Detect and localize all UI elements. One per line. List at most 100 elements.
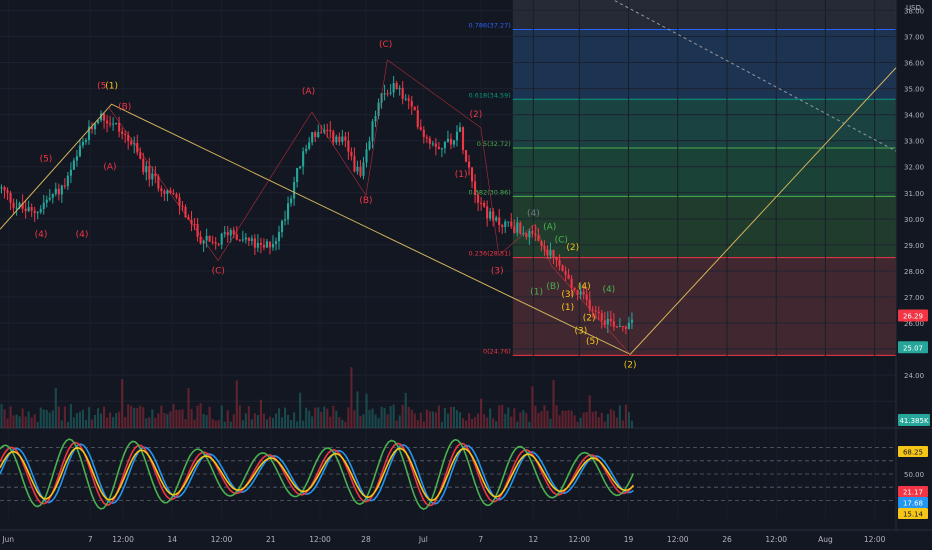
candle-body [305, 148, 308, 152]
candle-body [250, 238, 253, 241]
volume-bar [624, 404, 627, 428]
wave-label: (5) [40, 155, 53, 165]
candle-body [229, 230, 232, 236]
wave-label: (4) [527, 209, 540, 219]
candle-body [314, 132, 317, 137]
candle-body [471, 167, 474, 182]
volume-bar [15, 414, 18, 428]
fib-level-label: 0.786(37.27) [469, 21, 511, 29]
volume-bar [495, 421, 498, 428]
volume-bar [277, 408, 281, 428]
volume-bar [223, 421, 226, 428]
volume-bar [274, 413, 278, 428]
volume-bar [458, 412, 462, 428]
candle-body [232, 230, 235, 235]
volume-bar [507, 407, 510, 428]
candle-body [404, 98, 407, 100]
volume-bar [558, 415, 561, 428]
candle-body [48, 197, 51, 200]
candle-body [208, 235, 211, 242]
volume-bar [317, 407, 320, 428]
candle-body [320, 132, 323, 134]
volume-bar [326, 408, 329, 428]
candle-body [356, 166, 359, 172]
price-tick-label: 27.00 [904, 294, 924, 302]
volume-bar [96, 408, 100, 428]
volume-bar [115, 413, 118, 428]
volume-bar [597, 417, 600, 428]
volume-bar [365, 393, 368, 428]
candle-body [241, 239, 244, 241]
volume-bar [576, 421, 579, 428]
price-badge-label: 25.07 [903, 344, 923, 352]
volume-bar [48, 412, 51, 428]
time-tick-label: Jun [1, 535, 14, 544]
candle-body [172, 192, 175, 195]
volume-bar [3, 409, 6, 428]
candle-body [265, 241, 269, 248]
candle-body [561, 265, 564, 272]
volume-bar [187, 388, 190, 428]
candle-body [452, 140, 456, 145]
candle-body [121, 131, 124, 135]
volume-bar [169, 411, 172, 428]
volume-bar [588, 395, 591, 428]
candle-body [211, 241, 214, 243]
volume-bar [618, 405, 621, 428]
volume-bar [163, 413, 166, 428]
candle-body [458, 127, 462, 132]
price-tick-label: 35.00 [904, 86, 924, 94]
candle-body [525, 233, 528, 238]
candle-body [591, 309, 594, 311]
volume-bar [283, 407, 287, 428]
candle-body [268, 241, 272, 248]
volume-bar [271, 417, 275, 428]
volume-bar [241, 420, 244, 428]
price-tick-label: 31.00 [904, 190, 924, 198]
volume-bar [401, 405, 404, 428]
candle-body [630, 319, 633, 323]
volume-bar [356, 391, 359, 428]
candle-body [226, 232, 229, 236]
volume-bar [178, 409, 181, 428]
candle-body [244, 237, 247, 240]
candle-body [434, 143, 437, 147]
candle-body [537, 235, 540, 241]
time-tick-label: 7 [478, 535, 483, 544]
candle-body [350, 151, 353, 157]
candle-body [483, 202, 486, 207]
volume-bar [6, 418, 9, 428]
candle-body [293, 182, 296, 199]
candle-body [362, 162, 365, 176]
volume-bar [302, 420, 305, 428]
volume-bar [118, 411, 121, 428]
volume-bar [299, 392, 302, 428]
volume-bar [522, 410, 525, 428]
candle-body [277, 232, 281, 242]
candle-body [238, 239, 241, 241]
candle-body [416, 110, 419, 128]
volume-bar [280, 417, 284, 428]
candle-body [223, 232, 226, 234]
volume-bar [567, 410, 570, 428]
volume-bar [193, 419, 196, 428]
candle-body [274, 241, 278, 244]
volume-bar [606, 414, 609, 428]
candle-body [45, 199, 48, 203]
candle-body [425, 136, 428, 139]
candle-body [124, 134, 127, 136]
volume-bar [434, 412, 437, 428]
candle-body [431, 143, 434, 145]
candle-body [371, 121, 374, 142]
osc-badge-label: 68.25 [903, 449, 923, 457]
volume-bar [528, 421, 531, 428]
volume-bar [464, 420, 468, 428]
volume-bar [347, 407, 350, 428]
candle-body [42, 202, 45, 209]
price-chart-svg[interactable]: 0.786(37.27) 0.618(34.59) 0.5(32.72) 0.382(… [0, 0, 932, 550]
osc-series-line [0, 441, 635, 507]
volume-bar [537, 412, 540, 428]
candle-body [501, 225, 504, 227]
candle-body [440, 148, 443, 150]
volume-bar [344, 421, 347, 428]
